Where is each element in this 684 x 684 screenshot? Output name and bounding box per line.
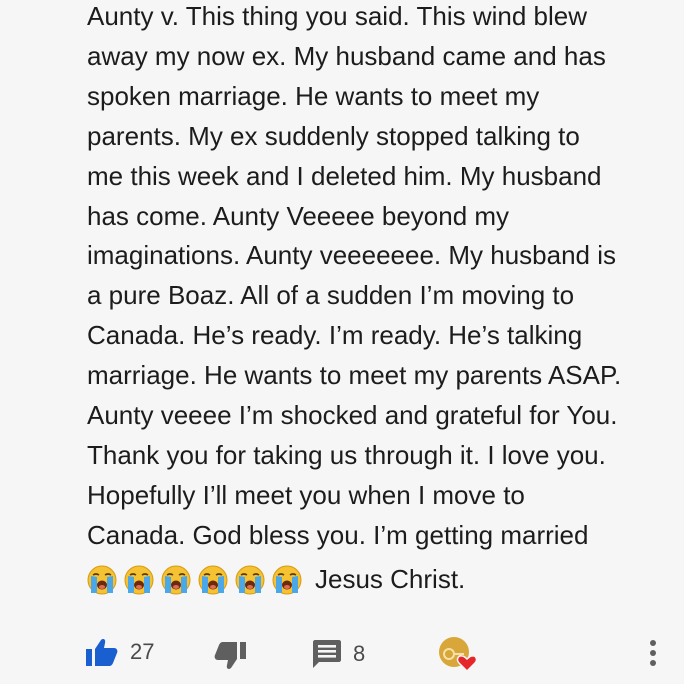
emoji-row: [87, 565, 309, 595]
comment-body: Aunty v. This thing you said. This wind …: [87, 0, 677, 600]
more-options-button[interactable]: [648, 640, 658, 666]
comment-line: spoken marriage. He wants to meet my: [87, 80, 540, 111]
comment-line: parents. My ex suddenly stopped talking …: [87, 120, 580, 151]
like-count: 27: [130, 639, 155, 664]
comment-closing-text: Jesus Christ.: [315, 564, 466, 595]
emoji-line: Jesus Christ.: [87, 560, 677, 600]
loudly-crying-face-icon: [198, 565, 228, 595]
comment-icon: [313, 640, 341, 668]
loudly-crying-face-icon: [235, 565, 265, 595]
creator-heart-badge: [438, 636, 478, 672]
loudly-crying-face-icon: [124, 565, 154, 595]
dislike-button[interactable]: [214, 642, 246, 670]
thumbs-down-icon: [214, 642, 246, 670]
comment-line: a pure Boaz. All of a sudden I’m moving …: [87, 280, 575, 311]
comment-line: marriage. He wants to meet my parents AS…: [87, 360, 622, 391]
comment-line: Canada. He’s ready. I’m ready. He’s talk…: [87, 320, 583, 351]
comment-line: away my now ex. My husband came and has: [87, 40, 606, 71]
comment-actions-bar: 27 8: [0, 630, 684, 676]
loudly-crying-face-icon: [161, 565, 191, 595]
like-button[interactable]: 27: [86, 638, 154, 666]
comment-line: Aunty veeee I’m shocked and grateful for…: [87, 400, 618, 431]
comment-line: Canada. God bless you. I’m getting marri…: [87, 519, 589, 550]
thumbs-up-icon: [86, 638, 118, 666]
more-vertical-icon: [648, 640, 658, 666]
loudly-crying-face-icon: [272, 565, 302, 595]
comment-line: Aunty v. This thing you said. This wind …: [87, 1, 588, 31]
comment-line: Hopefully I’ll meet you when I move to: [87, 479, 525, 510]
creator-heart-icon: [438, 636, 478, 672]
comment-line: has come. Aunty Veeeee beyond my: [87, 200, 510, 231]
reply-button[interactable]: 8: [313, 640, 365, 668]
comment-line: me this week and I deleted him. My husba…: [87, 160, 602, 191]
comment-line: imaginations. Aunty veeeeeee. My husband…: [87, 240, 617, 271]
comment-line: Thank you for taking us through it. I lo…: [87, 439, 606, 470]
loudly-crying-face-icon: [87, 565, 117, 595]
reply-count: 8: [353, 641, 366, 666]
